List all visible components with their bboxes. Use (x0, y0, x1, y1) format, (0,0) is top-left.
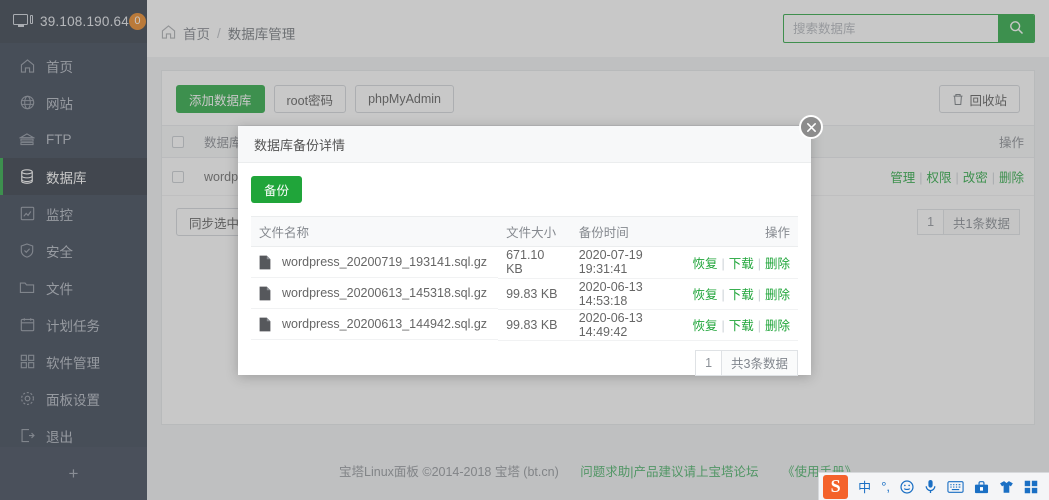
backup-details-modal: 数据库备份详情 备份 文件名称 文件大小 备份时间 操作 wordpress_2… (238, 115, 823, 376)
file-name-text: wordpress_20200613_144942.sql.gz (282, 317, 488, 331)
action-separator: | (721, 319, 725, 333)
ime-toolbox-icon[interactable] (974, 480, 989, 494)
cell-backup-time: 2020-07-19 19:31:41 (570, 246, 685, 279)
ime-skin-icon[interactable] (999, 480, 1014, 494)
table-row: wordpress_20200613_144942.sql.gz 99.83 K… (251, 309, 798, 341)
ime-apps-icon[interactable] (1024, 480, 1038, 494)
backup-header-row: 文件名称 文件大小 备份时间 操作 (251, 216, 798, 247)
backup-action-restore[interactable]: 恢复 (692, 319, 717, 333)
file-name-text: wordpress_20200719_193141.sql.gz (282, 255, 488, 269)
modal-title: 数据库备份详情 (254, 137, 346, 153)
modal-body: 备份 文件名称 文件大小 备份时间 操作 wordpress_20200719_… (238, 163, 811, 341)
ime-toolbar: S 中 °, (818, 472, 1049, 500)
bt-panel-app: 39.108.190.64 0 首页 网站 FTP 数据库 监控 安全 文件 计… (0, 0, 1049, 500)
file-icon (259, 255, 271, 270)
file-icon (259, 317, 271, 332)
backup-action-download[interactable]: 下载 (729, 288, 754, 302)
backup-action-delete[interactable]: 删除 (765, 319, 790, 333)
action-separator: | (757, 319, 761, 333)
col-backup-actions: 操作 (684, 216, 798, 247)
cell-file-name: wordpress_20200719_193141.sql.gz (251, 247, 499, 278)
col-file-size: 文件大小 (498, 216, 571, 247)
backup-action-download[interactable]: 下载 (729, 257, 754, 271)
modal-pagination: 1 共3条数据 (695, 349, 798, 376)
modal-total-records-label: 共3条数据 (722, 349, 798, 376)
backup-table-body: wordpress_20200719_193141.sql.gz 671.10 … (251, 246, 798, 341)
action-separator: | (757, 288, 761, 302)
backup-files-table: 文件名称 文件大小 备份时间 操作 wordpress_20200719_193… (251, 216, 798, 341)
table-row: wordpress_20200613_145318.sql.gz 99.83 K… (251, 278, 798, 310)
ime-keyboard-icon[interactable] (947, 480, 964, 493)
cell-file-size: 671.10 KB (498, 246, 571, 279)
backup-action-delete[interactable]: 删除 (765, 257, 790, 271)
table-row: wordpress_20200719_193141.sql.gz 671.10 … (251, 246, 798, 279)
backup-now-button[interactable]: 备份 (251, 176, 303, 203)
cell-backup-time: 2020-06-13 14:49:42 (570, 309, 685, 341)
backup-action-delete[interactable]: 删除 (765, 288, 790, 302)
cell-file-name: wordpress_20200613_144942.sql.gz (251, 309, 499, 340)
action-separator: | (721, 256, 725, 271)
col-file-name: 文件名称 (251, 216, 499, 247)
cell-backup-actions: 恢复 | 下载 | 删除 (684, 309, 798, 341)
modal-page-number-1[interactable]: 1 (695, 349, 723, 376)
col-backup-time: 备份时间 (570, 216, 685, 247)
file-icon (259, 286, 271, 301)
backup-table-header: 文件名称 文件大小 备份时间 操作 (251, 216, 798, 247)
backup-action-restore[interactable]: 恢复 (692, 257, 717, 271)
cell-backup-actions: 恢复 | 下载 | 删除 (684, 246, 798, 279)
ime-emoji-icon[interactable] (900, 479, 914, 494)
ime-punctuation-toggle[interactable]: °, (881, 479, 890, 494)
file-name-text: wordpress_20200613_145318.sql.gz (282, 286, 488, 300)
backup-action-download[interactable]: 下载 (729, 319, 754, 333)
modal-footer: 1 共3条数据 (238, 341, 811, 376)
action-separator: | (757, 256, 761, 271)
cell-file-size: 99.83 KB (498, 278, 571, 310)
ime-language-toggle[interactable]: 中 (858, 477, 871, 496)
cell-file-size: 99.83 KB (498, 309, 571, 341)
close-icon[interactable] (799, 115, 823, 139)
cell-backup-actions: 恢复 | 下载 | 删除 (684, 278, 798, 310)
action-separator: | (721, 288, 725, 302)
modal-header: 数据库备份详情 (238, 126, 811, 163)
ime-voice-input-icon[interactable] (924, 479, 937, 494)
cell-backup-time: 2020-06-13 14:53:18 (570, 278, 685, 310)
backup-action-restore[interactable]: 恢复 (692, 288, 717, 302)
cell-file-name: wordpress_20200613_145318.sql.gz (251, 278, 499, 309)
sogou-logo-icon[interactable]: S (823, 474, 849, 499)
